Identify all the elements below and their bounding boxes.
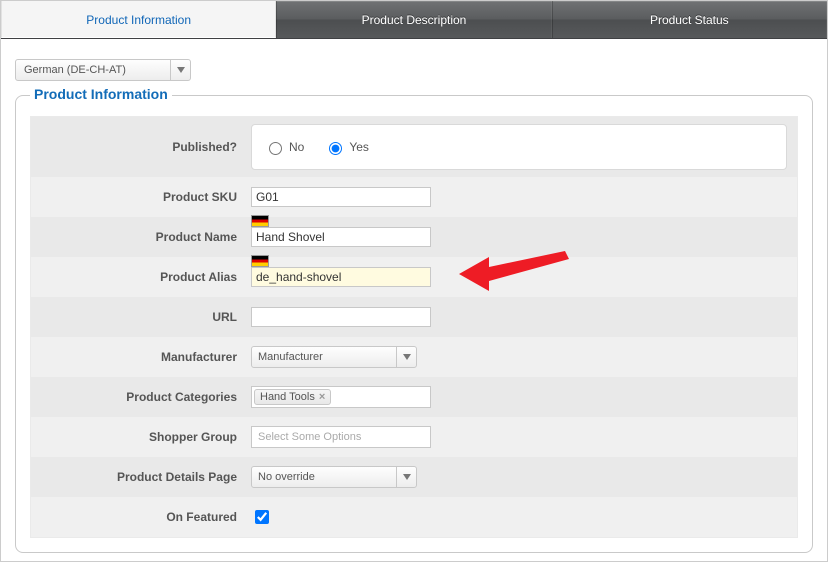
tab-product-description[interactable]: Product Description bbox=[276, 1, 551, 38]
row-categories: Product Categories Hand Tools × bbox=[31, 377, 797, 417]
row-manufacturer: Manufacturer Manufacturer bbox=[31, 337, 797, 377]
name-input[interactable] bbox=[251, 227, 431, 247]
remove-token-icon[interactable]: × bbox=[319, 391, 325, 403]
chevron-down-icon bbox=[396, 347, 416, 367]
category-token-label: Hand Tools bbox=[260, 391, 315, 403]
published-radiogroup: No Yes bbox=[251, 124, 787, 170]
sku-input[interactable] bbox=[251, 187, 431, 207]
german-flag-icon bbox=[251, 215, 269, 227]
details-page-select[interactable]: No override bbox=[251, 466, 417, 488]
tab-label: Product Status bbox=[650, 13, 729, 27]
main-tabs: Product Information Product Description … bbox=[1, 1, 827, 39]
tab-label: Product Description bbox=[362, 13, 467, 27]
row-details-page: Product Details Page No override bbox=[31, 457, 797, 497]
label-shopper-group: Shopper Group bbox=[41, 430, 251, 444]
tab-label: Product Information bbox=[86, 13, 191, 27]
row-name: Product Name bbox=[31, 217, 797, 257]
chevron-down-icon bbox=[170, 60, 190, 80]
category-token[interactable]: Hand Tools × bbox=[254, 389, 331, 405]
label-details-page: Product Details Page bbox=[41, 470, 251, 484]
url-input[interactable] bbox=[251, 307, 431, 327]
label-name: Product Name bbox=[41, 230, 251, 244]
row-alias: Product Alias bbox=[31, 257, 797, 297]
manufacturer-select-value: Manufacturer bbox=[252, 351, 329, 363]
product-information-fieldset: Product Information Published? No bbox=[15, 95, 813, 553]
german-flag-icon bbox=[251, 255, 269, 267]
published-no-option[interactable]: No bbox=[264, 139, 304, 155]
radio-no-label: No bbox=[289, 140, 304, 154]
label-published: Published? bbox=[41, 140, 251, 154]
shopper-group-field[interactable]: Select Some Options bbox=[251, 426, 431, 448]
label-alias: Product Alias bbox=[41, 270, 251, 284]
row-shopper-group: Shopper Group Select Some Options bbox=[31, 417, 797, 457]
tab-product-information[interactable]: Product Information bbox=[1, 1, 276, 38]
alias-input[interactable] bbox=[251, 267, 431, 287]
row-published: Published? No Yes bbox=[31, 117, 797, 177]
language-select-value: German (DE-CH-AT) bbox=[16, 64, 134, 76]
radio-yes-label: Yes bbox=[349, 140, 369, 154]
row-sku: Product SKU bbox=[31, 177, 797, 217]
details-page-select-value: No override bbox=[252, 471, 321, 483]
categories-field[interactable]: Hand Tools × bbox=[251, 386, 431, 408]
row-on-featured: On Featured bbox=[31, 497, 797, 537]
label-categories: Product Categories bbox=[41, 390, 251, 404]
manufacturer-select[interactable]: Manufacturer bbox=[251, 346, 417, 368]
published-yes-option[interactable]: Yes bbox=[324, 139, 369, 155]
label-manufacturer: Manufacturer bbox=[41, 350, 251, 364]
fieldset-legend: Product Information bbox=[30, 86, 172, 102]
label-sku: Product SKU bbox=[41, 190, 251, 204]
radio-no[interactable] bbox=[269, 142, 282, 155]
label-url: URL bbox=[41, 310, 251, 324]
radio-yes[interactable] bbox=[329, 142, 342, 155]
on-featured-checkbox[interactable] bbox=[255, 510, 269, 524]
chevron-down-icon bbox=[396, 467, 416, 487]
shopper-group-placeholder: Select Some Options bbox=[258, 431, 361, 443]
tab-product-status[interactable]: Product Status bbox=[552, 1, 827, 38]
row-url: URL bbox=[31, 297, 797, 337]
label-on-featured: On Featured bbox=[41, 510, 251, 524]
language-select[interactable]: German (DE-CH-AT) bbox=[15, 59, 191, 81]
